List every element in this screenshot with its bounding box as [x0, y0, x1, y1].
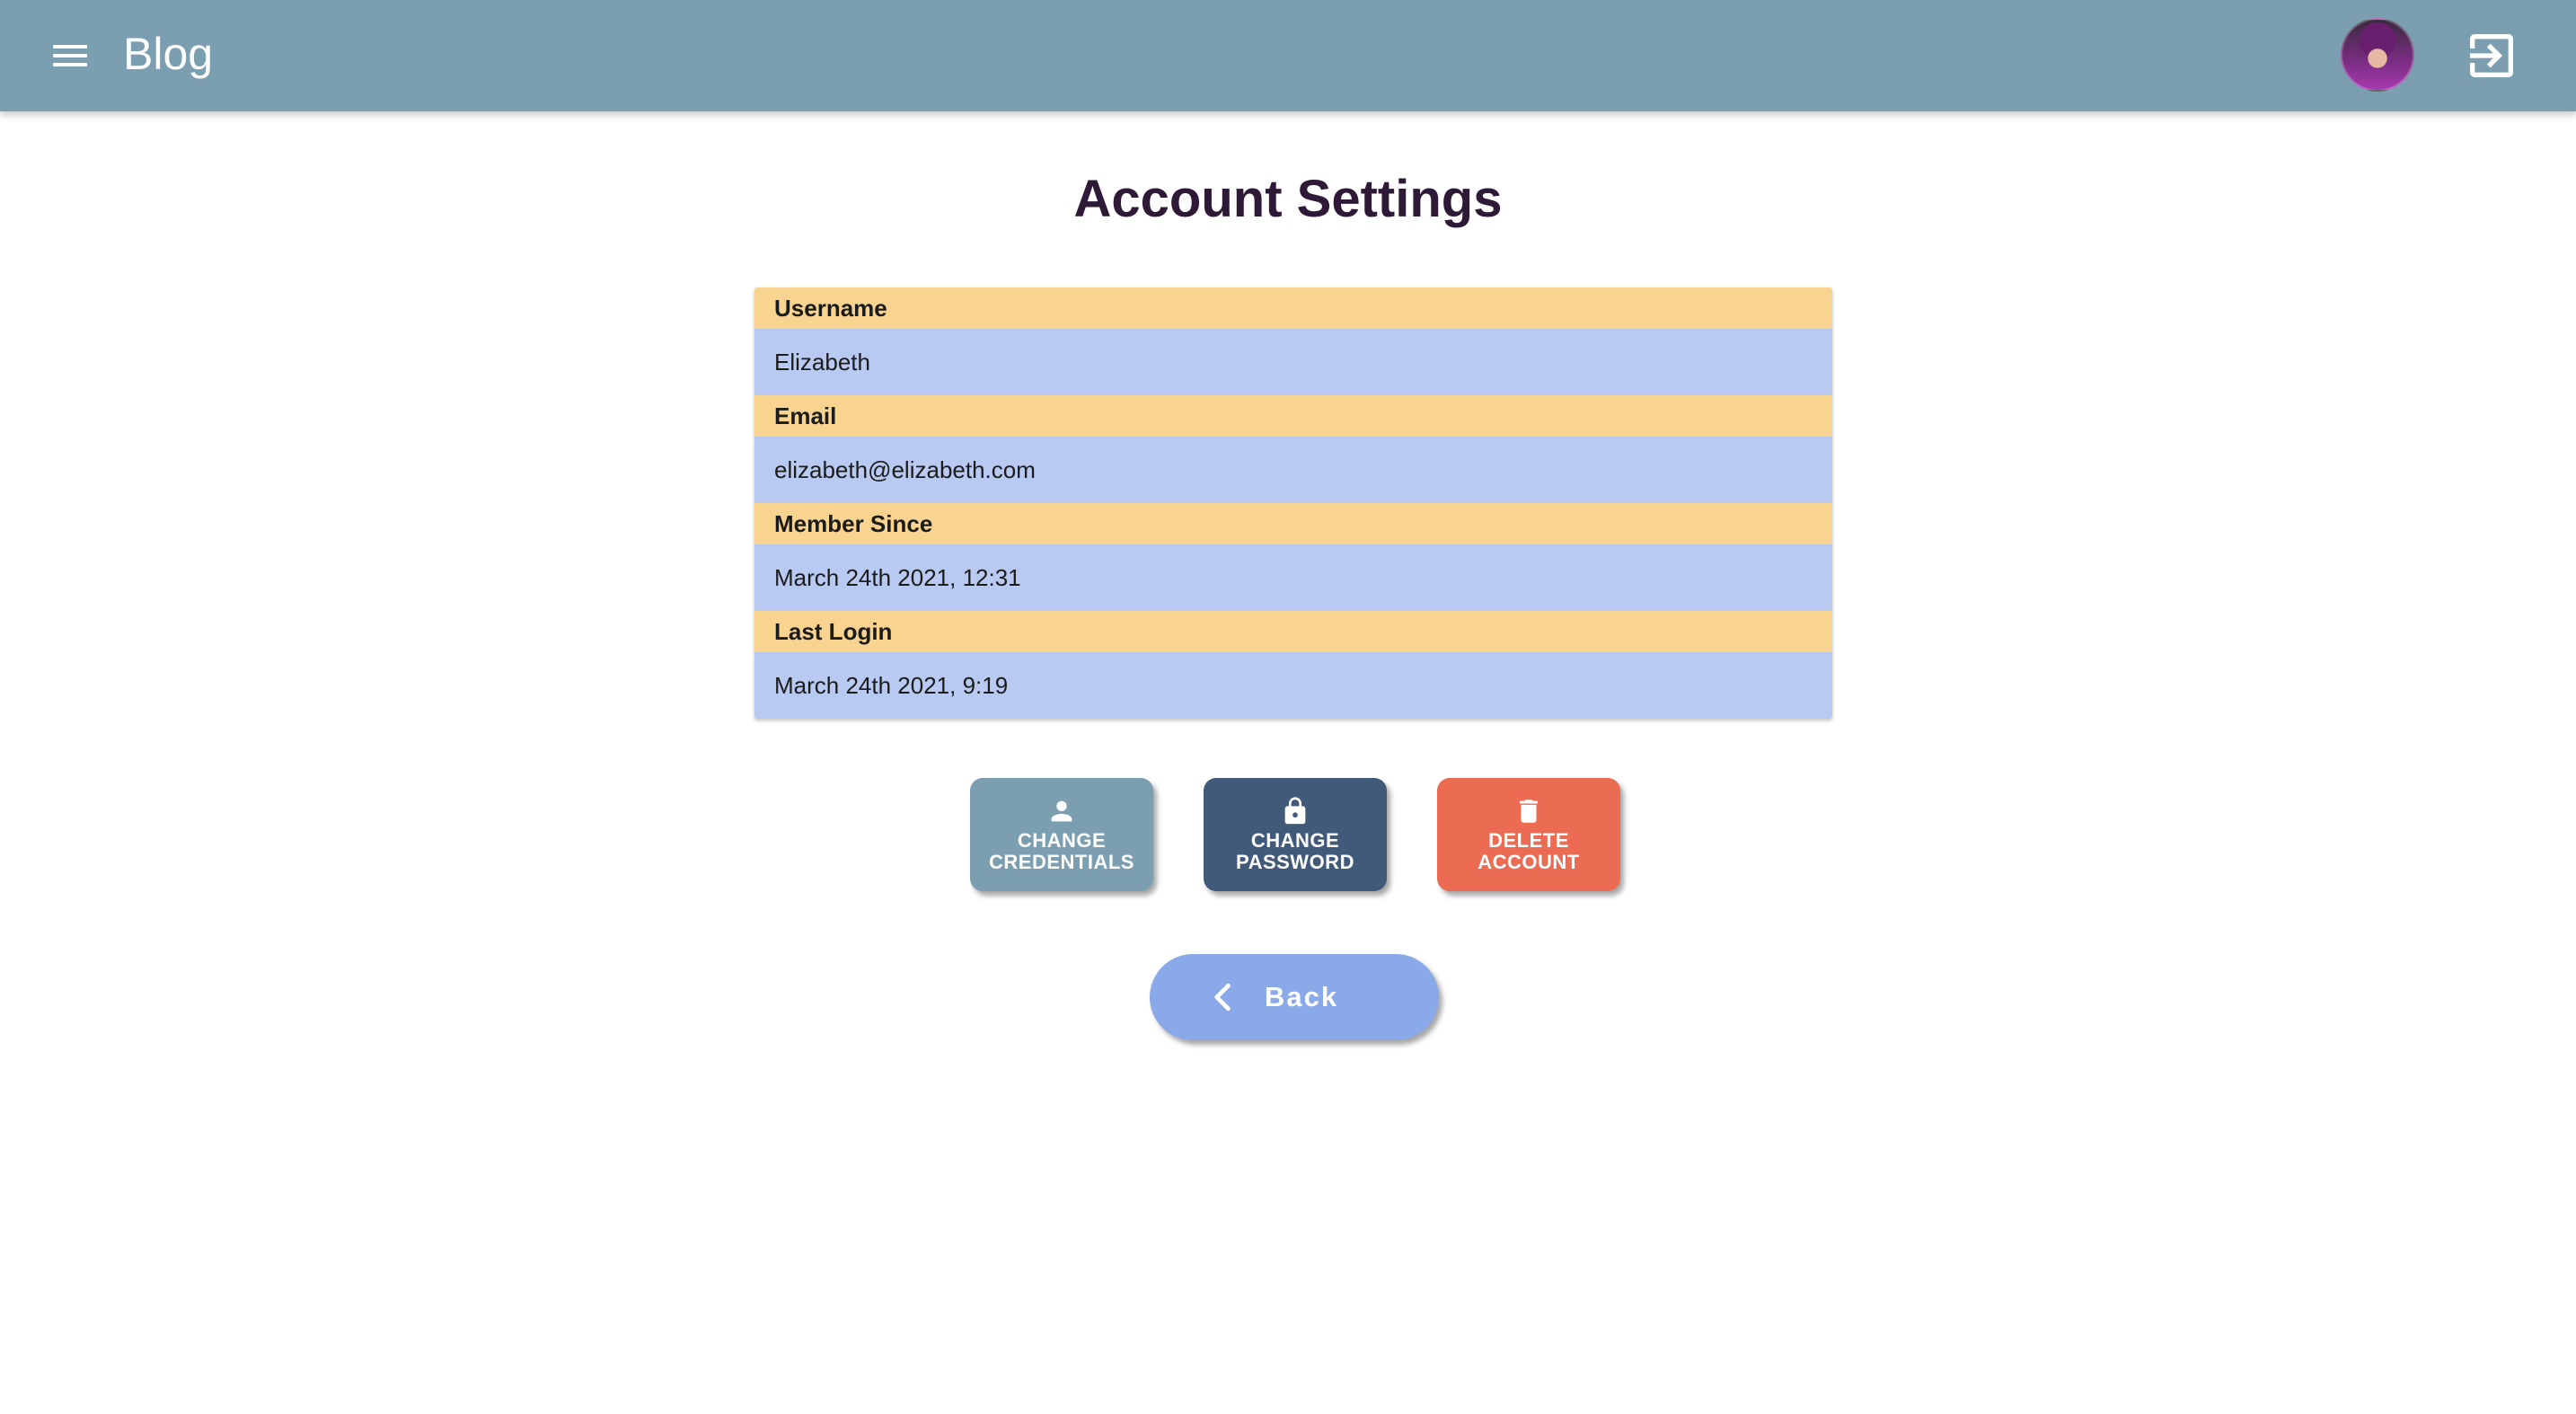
username-label: Username — [754, 287, 1832, 329]
avatar[interactable] — [2341, 18, 2414, 92]
hamburger-icon — [53, 45, 87, 49]
member-since-label: Member Since — [754, 503, 1832, 544]
change-credentials-button[interactable]: CHANGE CREDENTIALS — [970, 778, 1153, 891]
back-button[interactable]: Back — [1150, 954, 1439, 1040]
back-label: Back — [1265, 981, 1339, 1012]
email-label: Email — [754, 395, 1832, 437]
app-bar: Blog — [0, 0, 2576, 111]
chevron-left-icon — [1214, 983, 1231, 1012]
email-value: elizabeth@elizabeth.com — [754, 437, 1832, 503]
account-info-card: Username Elizabeth Email elizabeth@eliza… — [754, 287, 1832, 719]
app-title[interactable]: Blog — [123, 25, 213, 83]
delete-account-button[interactable]: DELETE ACCOUNT — [1437, 778, 1620, 891]
lock-icon — [1284, 797, 1306, 825]
account-actions: CHANGE CREDENTIALS CHANGE PASSWORD DELET… — [0, 778, 2576, 893]
page-title: Account Settings — [1073, 170, 1503, 228]
last-login-label: Last Login — [754, 611, 1832, 652]
trash-icon — [1520, 800, 1538, 823]
delete-account-label-line1: DELETE — [1488, 829, 1569, 852]
person-icon — [1051, 800, 1072, 822]
last-login-value: March 24th 2021, 9:19 — [754, 652, 1832, 719]
change-password-label-line2: PASSWORD — [1236, 851, 1354, 873]
change-credentials-label-line1: CHANGE — [1017, 829, 1107, 852]
logout-button[interactable] — [2463, 27, 2520, 84]
change-password-label-line1: CHANGE — [1250, 829, 1340, 852]
menu-button[interactable] — [43, 29, 97, 83]
username-value: Elizabeth — [754, 329, 1832, 395]
member-since-value: March 24th 2021, 12:31 — [754, 544, 1832, 611]
logout-icon — [2470, 34, 2513, 77]
change-credentials-label-line2: CREDENTIALS — [989, 851, 1134, 873]
delete-account-label-line2: ACCOUNT — [1478, 851, 1580, 873]
change-password-button[interactable]: CHANGE PASSWORD — [1204, 778, 1387, 891]
